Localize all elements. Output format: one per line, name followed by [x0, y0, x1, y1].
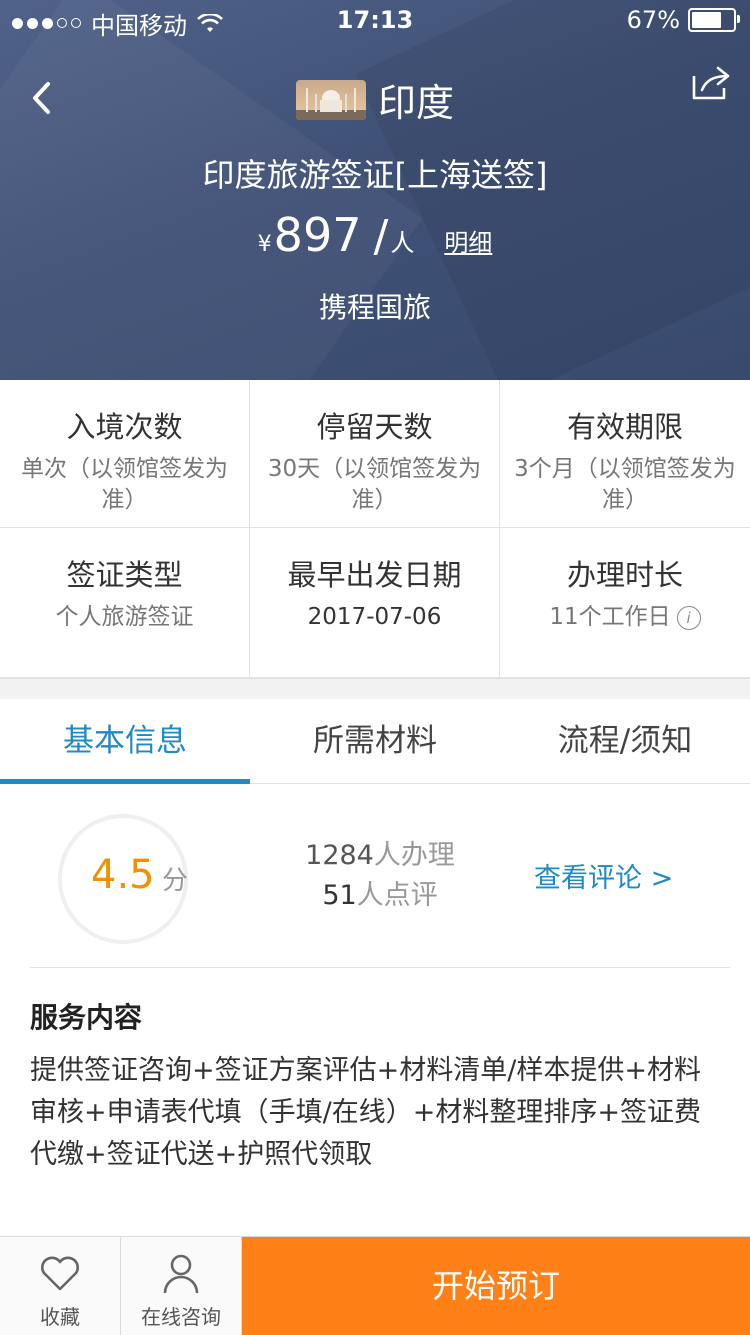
info-cell-visa-type: 签证类型 个人旅游签证: [0, 528, 250, 678]
tab-required-materials[interactable]: 所需材料: [250, 699, 500, 783]
service-title: 服务内容: [30, 1001, 143, 1034]
price-row: ¥ 897 / 人 明细: [0, 208, 750, 262]
info-value: 30天（以领馆签发为准）: [267, 456, 482, 513]
battery-percent: 67%: [626, 6, 680, 34]
info-value: 2017-07-06: [307, 604, 442, 630]
header-banner: 中国移动 17:13 67% 印度 印度旅游签证[上海送签] ¥ 897 / 人…: [0, 0, 750, 380]
country-name: 印度: [377, 81, 454, 125]
consult-button[interactable]: 在线咨询: [121, 1237, 242, 1335]
status-bar: 中国移动 17:13 67%: [0, 0, 750, 40]
price-value: 897: [273, 208, 362, 262]
info-label: 办理时长: [566, 558, 683, 592]
status-right: 67%: [626, 6, 740, 34]
reviews-count: 51人点评: [322, 880, 438, 911]
battery-icon: [688, 8, 740, 32]
info-label: 入境次数: [66, 410, 183, 444]
tab-process-notes[interactable]: 流程/须知: [500, 699, 750, 783]
score-unit: 分: [162, 866, 189, 896]
country-thumbnail: [295, 79, 366, 120]
usage-counts: 1284人办理 51人点评: [280, 836, 480, 916]
supplier-name: 携程国旅: [318, 291, 431, 324]
divider: [30, 967, 730, 968]
consult-label: 在线咨询: [141, 1305, 221, 1329]
section-gap: [0, 678, 750, 700]
favorite-label: 收藏: [40, 1305, 80, 1329]
info-label: 停留天数: [316, 410, 433, 444]
applicants-count: 1284人办理: [305, 840, 455, 871]
service-body: 提供签证咨询+签证方案评估+材料清单/样本提供+材料审核+申请表代填（手填/在线…: [30, 1055, 701, 1170]
info-cell-entries: 入境次数 单次（以领馆签发为准）: [0, 380, 250, 528]
info-label: 签证类型: [66, 558, 183, 592]
visa-info-grid: 入境次数 单次（以领馆签发为准） 停留天数 30天（以领馆签发为准） 有效期限 …: [0, 380, 750, 678]
heart-icon: [41, 1256, 79, 1291]
bottom-action-bar: 收藏 在线咨询 开始预订: [0, 1236, 750, 1335]
info-label: 最早出发日期: [287, 558, 462, 592]
price-currency: ¥: [257, 232, 272, 257]
info-cell-departure: 最早出发日期 2017-07-06: [250, 528, 500, 678]
info-value-row: 11个工作日 i: [512, 602, 738, 633]
info-value: 单次（以领馆签发为准）: [21, 456, 228, 513]
price-slash: /: [373, 211, 389, 262]
score-value: 4.5: [91, 852, 155, 898]
info-value: 个人旅游签证: [55, 604, 194, 630]
info-cell-processing[interactable]: 办理时长 11个工作日 i: [500, 528, 750, 678]
rating-section: 4.5 分 1284人办理 51人点评 查看评论 >: [0, 784, 750, 968]
info-icon[interactable]: i: [676, 606, 701, 630]
product-title: 印度旅游签证[上海送签]: [202, 156, 548, 194]
start-booking-button[interactable]: 开始预订: [242, 1237, 750, 1335]
person-icon: [163, 1254, 199, 1294]
detail-tabs: 基本信息 所需材料 流程/须知: [0, 699, 750, 784]
info-label: 有效期限: [566, 410, 683, 444]
price-unit: 人: [390, 229, 415, 257]
favorite-button[interactable]: 收藏: [0, 1237, 121, 1335]
info-value: 3个月（以领馆签发为准）: [514, 456, 736, 513]
price-detail-link[interactable]: 明细: [444, 223, 492, 258]
view-reviews-link[interactable]: 查看评论 >: [534, 856, 673, 895]
info-cell-validity: 有效期限 3个月（以领馆签发为准）: [500, 380, 750, 528]
info-value: 11个工作日: [549, 604, 671, 630]
country-heading: 印度: [0, 72, 750, 127]
info-cell-stay: 停留天数 30天（以领馆签发为准）: [250, 380, 500, 528]
tab-basic-info[interactable]: 基本信息: [0, 699, 250, 784]
